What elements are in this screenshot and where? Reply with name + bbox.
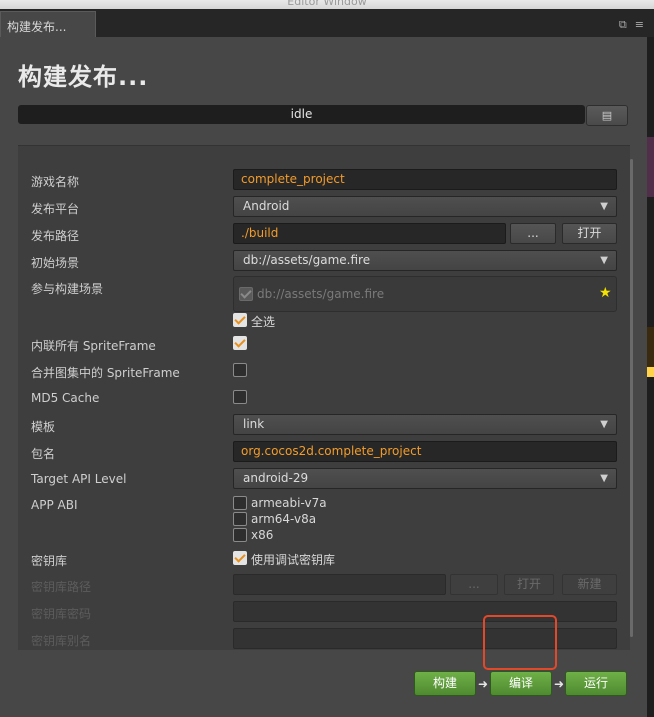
build-path-input[interactable]: ./build (233, 223, 506, 244)
dropdown-arrow-icon: ▼ (600, 473, 608, 484)
package-name-label: 包名 (31, 447, 56, 461)
keystore-path-input[interactable] (233, 574, 446, 595)
md5-cache-checkbox[interactable] (233, 390, 247, 404)
dropdown-arrow-icon: ▼ (600, 201, 608, 212)
abi-x86-label: x86 (251, 528, 274, 542)
start-scene-label: 初始场景 (31, 256, 80, 270)
tab-build[interactable]: 构建发布... (0, 11, 96, 37)
md5-cache-label: MD5 Cache (31, 391, 100, 405)
compile-highlight-box (483, 615, 557, 670)
platform-value: Android (243, 199, 290, 213)
target-api-label: Target API Level (31, 472, 127, 486)
scene-item-label: db://assets/game.fire (257, 287, 385, 301)
template-value: link (243, 417, 265, 431)
star-icon: ★ (599, 285, 612, 301)
build-scenes-list: db://assets/game.fire ★ (233, 276, 617, 312)
game-name-input[interactable]: complete_project (233, 169, 617, 190)
page-title: 构建发布... (18, 63, 149, 91)
debug-keystore-checkbox[interactable] (233, 551, 247, 565)
keystore-browse-button[interactable]: ... (450, 574, 498, 595)
open-log-button[interactable]: ▤ (586, 105, 628, 126)
build-scenes-label: 参与构建场景 (31, 282, 104, 296)
panel-scrollbar[interactable] (630, 159, 633, 637)
select-all-checkbox[interactable] (233, 313, 247, 327)
keystore-label: 密钥库 (31, 554, 68, 568)
abi-arm64-v8a-checkbox[interactable] (233, 512, 247, 526)
window-titlebar: Editor Window (0, 0, 654, 9)
run-button[interactable]: 运行 (565, 671, 627, 696)
keystore-path-label: 密钥库路径 (31, 580, 92, 594)
abi-armeabi-v7a-checkbox[interactable] (233, 496, 247, 510)
arrow-icon: ➜ (554, 677, 565, 691)
app-abi-label: APP ABI (31, 498, 78, 512)
build-path-label: 发布路径 (31, 229, 80, 243)
abi-x86-checkbox[interactable] (233, 528, 247, 542)
arrow-icon: ➜ (478, 677, 489, 691)
platform-select[interactable]: Android ▼ (233, 196, 617, 217)
abi-arm64-v8a-label: arm64-v8a (251, 512, 317, 526)
package-name-input[interactable]: org.cocos2d.complete_project (233, 441, 617, 462)
inline-spriteframe-label: 内联所有 SpriteFrame (31, 339, 156, 353)
template-label: 模板 (31, 420, 56, 434)
keystore-alias-input[interactable] (233, 628, 617, 649)
debug-keystore-label: 使用调试密钥库 (251, 553, 336, 567)
start-scene-select[interactable]: db://assets/game.fire ▼ (233, 250, 617, 271)
template-select[interactable]: link ▼ (233, 414, 617, 435)
merge-spriteframe-checkbox[interactable] (233, 363, 247, 377)
window-title: Editor Window (287, 0, 367, 8)
game-name-label: 游戏名称 (31, 175, 80, 189)
target-api-select[interactable]: android-29 ▼ (233, 468, 617, 489)
maximize-icon[interactable]: ⧉ (619, 18, 627, 31)
keystore-password-input[interactable] (233, 601, 617, 622)
tab-controls: ⧉ ≡ (611, 18, 644, 32)
select-all-label: 全选 (251, 315, 276, 329)
merge-spriteframe-label: 合并图集中的 SpriteFrame (31, 366, 180, 380)
start-scene-value: db://assets/game.fire (243, 253, 371, 267)
scene-checkbox (239, 287, 253, 301)
background-editor-strip (647, 37, 654, 717)
file-icon: ▤ (601, 109, 613, 122)
keystore-open-button[interactable]: 打开 (504, 574, 554, 595)
menu-icon[interactable]: ≡ (635, 18, 644, 31)
target-api-value: android-29 (243, 471, 309, 485)
keystore-password-label: 密钥库密码 (31, 607, 92, 621)
keystore-alias-label: 密钥库别名 (31, 634, 92, 648)
tab-bar: 构建发布... ⧉ ≡ (0, 9, 654, 37)
build-button[interactable]: 构建 (414, 671, 476, 696)
build-progress-bar: idle (18, 105, 585, 124)
platform-label: 发布平台 (31, 202, 80, 216)
open-build-path-button[interactable]: 打开 (562, 223, 617, 244)
dropdown-arrow-icon: ▼ (600, 255, 608, 266)
dropdown-arrow-icon: ▼ (600, 419, 608, 430)
browse-build-path-button[interactable]: ... (510, 223, 556, 244)
abi-armeabi-v7a-label: armeabi-v7a (251, 496, 327, 510)
keystore-new-button[interactable]: 新建 (562, 574, 617, 595)
compile-button[interactable]: 编译 (490, 671, 552, 696)
options-panel: 游戏名称 complete_project 发布平台 Android ▼ 发布路… (18, 145, 630, 675)
inline-spriteframe-checkbox[interactable] (233, 336, 247, 350)
